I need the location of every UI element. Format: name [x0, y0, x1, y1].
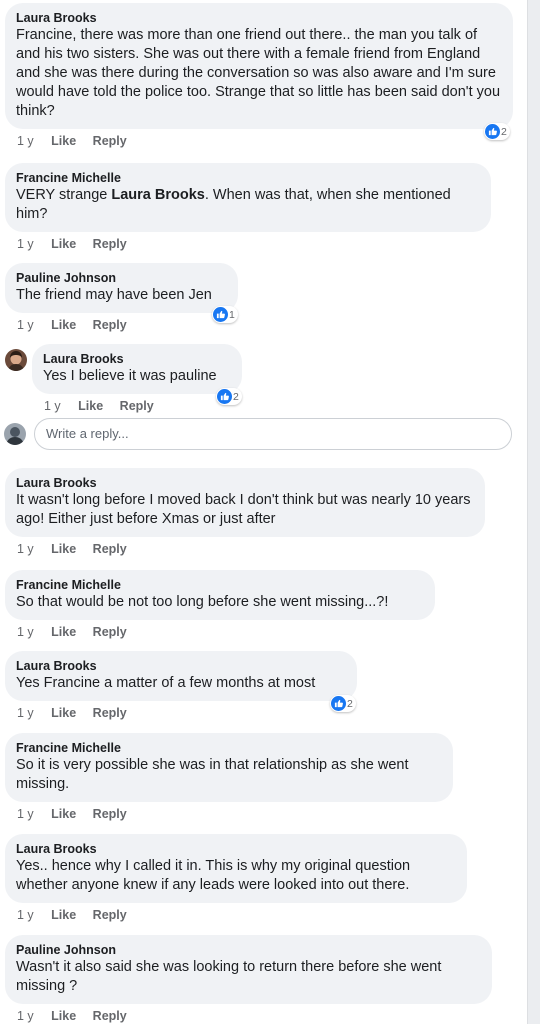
comment-bubble: Pauline Johnson Wasn't it also said she …	[5, 935, 492, 1004]
comment-actions: 1 y Like Reply	[5, 623, 435, 641]
reply-link[interactable]: Reply	[93, 1009, 127, 1023]
comment-text: So that would be not too long before she…	[16, 594, 389, 610]
comment-bubble: Laura Brooks Yes.. hence why I called it…	[5, 834, 467, 903]
comment-text: So it is very possible she was in that r…	[16, 757, 409, 792]
comment-author[interactable]: Laura Brooks	[16, 475, 473, 491]
comment-text: It wasn't long before I moved back I don…	[16, 492, 471, 527]
comment-actions: 1 y Like Reply	[5, 235, 491, 253]
comment-text: Yes I believe it was pauline	[43, 368, 217, 384]
comment-author[interactable]: Pauline Johnson	[16, 270, 226, 286]
like-link[interactable]: Like	[51, 706, 76, 720]
comment-time[interactable]: 1 y	[17, 134, 34, 148]
like-link[interactable]: Like	[51, 134, 76, 148]
reaction-number: 2	[501, 125, 507, 138]
mention-link[interactable]: Laura Brooks	[111, 187, 204, 203]
thumbs-up-icon	[217, 389, 232, 404]
reaction-count[interactable]: 2	[484, 123, 510, 140]
comment: Francine Michelle So that would be not t…	[5, 570, 435, 641]
like-link[interactable]: Like	[51, 237, 76, 251]
reaction-number: 2	[233, 390, 239, 403]
reply-link[interactable]: Reply	[93, 542, 127, 556]
reply-input[interactable]: Write a reply...	[34, 418, 512, 450]
thumbs-up-icon	[213, 307, 228, 322]
comment: Laura Brooks Yes Francine a matter of a …	[5, 651, 357, 722]
user-avatar[interactable]	[5, 349, 27, 371]
reply-link[interactable]: Reply	[93, 706, 127, 720]
comment-actions: 1 y Like Reply	[5, 805, 453, 823]
comment-actions: 1 y Like Reply	[5, 704, 357, 722]
comment-actions: 1 y Like Reply	[5, 132, 513, 150]
comment-author[interactable]: Francine Michelle	[16, 170, 479, 186]
reply-link[interactable]: Reply	[93, 807, 127, 821]
like-link[interactable]: Like	[51, 318, 76, 332]
comment-text: Yes.. hence why I called it in. This is …	[16, 858, 411, 893]
comment-time[interactable]: 1 y	[17, 706, 34, 720]
comment-actions: 1 y Like Reply	[5, 316, 238, 334]
comment-reply: Laura Brooks Yes I believe it was paulin…	[32, 344, 242, 415]
comment-author[interactable]: Laura Brooks	[43, 351, 230, 367]
comment: Pauline Johnson Wasn't it also said she …	[5, 935, 492, 1025]
comment: Francine Michelle So it is very possible…	[5, 733, 453, 823]
like-link[interactable]: Like	[51, 1009, 76, 1023]
thumbs-up-icon	[485, 124, 500, 139]
comment: Francine Michelle VERY strange Laura Bro…	[5, 163, 491, 253]
comment-actions: 1 y Like Reply	[32, 397, 242, 415]
thumbs-up-icon	[331, 696, 346, 711]
comment-time[interactable]: 1 y	[17, 237, 34, 251]
current-user-avatar	[4, 423, 26, 445]
comment-bubble: Francine Michelle So that would be not t…	[5, 570, 435, 620]
scrollbar-track[interactable]	[527, 0, 540, 1024]
comment: Pauline Johnson The friend may have been…	[5, 263, 238, 334]
comment-bubble: Laura Brooks Yes I believe it was paulin…	[32, 344, 242, 394]
reply-link[interactable]: Reply	[93, 908, 127, 922]
comment-time[interactable]: 1 y	[44, 399, 61, 413]
comment-author[interactable]: Francine Michelle	[16, 577, 423, 593]
comment-time[interactable]: 1 y	[17, 908, 34, 922]
reaction-number: 2	[347, 697, 353, 710]
reaction-count[interactable]: 2	[216, 388, 242, 405]
comment: Laura Brooks Yes.. hence why I called it…	[5, 834, 467, 924]
comment-bubble: Francine Michelle VERY strange Laura Bro…	[5, 163, 491, 232]
comment-author[interactable]: Laura Brooks	[16, 10, 501, 26]
comment-author[interactable]: Francine Michelle	[16, 740, 441, 756]
reaction-count[interactable]: 2	[330, 695, 356, 712]
comment-time[interactable]: 1 y	[17, 625, 34, 639]
comment-bubble: Laura Brooks Francine, there was more th…	[5, 3, 513, 129]
reply-link[interactable]: Reply	[93, 237, 127, 251]
comment-text: The friend may have been Jen	[16, 287, 212, 303]
reply-link[interactable]: Reply	[93, 318, 127, 332]
comment: Laura Brooks It wasn't long before I mov…	[5, 468, 485, 558]
like-link[interactable]: Like	[51, 625, 76, 639]
comment-bubble: Francine Michelle So it is very possible…	[5, 733, 453, 802]
comment-actions: 1 y Like Reply	[5, 540, 485, 558]
comment-time[interactable]: 1 y	[17, 807, 34, 821]
comment-text: Yes Francine a matter of a few months at…	[16, 675, 316, 691]
reaction-number: 1	[229, 308, 235, 321]
comment-actions: 1 y Like Reply	[5, 1007, 492, 1025]
reply-link[interactable]: Reply	[93, 134, 127, 148]
like-link[interactable]: Like	[51, 908, 76, 922]
comment-author[interactable]: Laura Brooks	[16, 658, 345, 674]
comment-bubble: Laura Brooks Yes Francine a matter of a …	[5, 651, 357, 701]
comment-time[interactable]: 1 y	[17, 318, 34, 332]
comment-text: Francine, there was more than one friend…	[16, 27, 501, 119]
like-link[interactable]: Like	[78, 399, 103, 413]
comment-time[interactable]: 1 y	[17, 1009, 34, 1023]
reply-link[interactable]: Reply	[120, 399, 154, 413]
like-link[interactable]: Like	[51, 807, 76, 821]
like-link[interactable]: Like	[51, 542, 76, 556]
comment-bubble: Pauline Johnson The friend may have been…	[5, 263, 238, 313]
comment-text: Wasn't it also said she was looking to r…	[16, 959, 442, 994]
comment-author[interactable]: Laura Brooks	[16, 841, 455, 857]
comment-actions: 1 y Like Reply	[5, 906, 467, 924]
comment-text: VERY strange Laura Brooks. When was that…	[16, 187, 451, 222]
comment: Laura Brooks Francine, there was more th…	[5, 3, 513, 150]
comment-time[interactable]: 1 y	[17, 542, 34, 556]
reply-link[interactable]: Reply	[93, 625, 127, 639]
reaction-count[interactable]: 1	[212, 306, 238, 323]
comment-bubble: Laura Brooks It wasn't long before I mov…	[5, 468, 485, 537]
comment-author[interactable]: Pauline Johnson	[16, 942, 480, 958]
